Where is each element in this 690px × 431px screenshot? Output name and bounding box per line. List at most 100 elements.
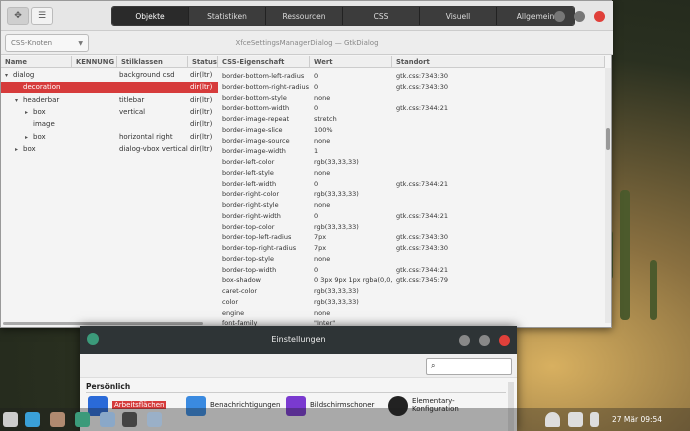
node-state: dir(ltr)	[190, 83, 213, 92]
property-name: border-top-color	[222, 222, 275, 231]
property-name: border-left-width	[222, 179, 277, 188]
close-button[interactable]	[499, 335, 510, 346]
settings-app-icon[interactable]	[75, 412, 90, 427]
property-row[interactable]: border-bottom-left-radius 0 gtk.css:7343:3…	[218, 71, 608, 82]
expander-open-icon[interactable]: ▾	[5, 70, 13, 81]
property-row[interactable]: box-shadow 0 3px 9px 1px rgba(0,0,0,... gt…	[218, 275, 608, 286]
maximize-button[interactable]	[574, 11, 585, 22]
node-row[interactable]: ▸ box vertical dir(ltr)	[1, 107, 218, 118]
node-row[interactable]: ▸ box horizontal right dir(ltr)	[1, 132, 218, 143]
bell-icon[interactable]	[545, 412, 560, 427]
settings-toolbar: ⌕	[80, 354, 517, 378]
property-row[interactable]: border-top-right-radius 7px gtk.css:7343:3…	[218, 243, 608, 254]
node-classes: background csd	[119, 71, 175, 79]
inspector-subbar: CSS-Knoten ▼ XfceSettingsManagerDialog —…	[1, 31, 613, 55]
col-name[interactable]: Name	[1, 56, 72, 68]
minimize-button[interactable]	[459, 335, 470, 346]
node-classes: vertical	[119, 107, 146, 116]
property-name: border-image-source	[222, 136, 290, 145]
tab-objekte[interactable]: Objekte	[112, 7, 189, 25]
property-row[interactable]: engine none	[218, 308, 608, 319]
col-value[interactable]: Wert	[310, 56, 392, 68]
property-row[interactable]: border-top-left-radius 7px gtk.css:7343:30	[218, 232, 608, 243]
scroll-thumb[interactable]	[3, 322, 203, 325]
volume-icon[interactable]	[568, 412, 583, 427]
property-row[interactable]: border-left-color rgb(33,33,33)	[218, 157, 608, 168]
node-row[interactable]: image dir(ltr)	[1, 119, 218, 130]
battery-icon[interactable]	[590, 412, 599, 427]
expander-closed-icon[interactable]: ▸	[15, 144, 23, 155]
col-state[interactable]: Status	[188, 56, 218, 68]
tab-statistiken[interactable]: Statistiken	[189, 7, 266, 25]
clock[interactable]: 27 Mär 09:54	[612, 415, 662, 424]
node-label: box	[23, 144, 36, 153]
scroll-thumb[interactable]	[606, 128, 610, 150]
col-location[interactable]: Standort	[392, 56, 605, 68]
node-name: ▾ headerbar	[1, 95, 71, 106]
property-value: 0	[314, 265, 319, 274]
property-row[interactable]: caret-color rgb(33,33,33)	[218, 286, 608, 297]
property-value: 0	[314, 211, 319, 220]
property-name: border-top-left-radius	[222, 233, 292, 242]
property-row[interactable]: border-bottom-right-radius 0 gtk.css:7343:…	[218, 82, 608, 93]
node-row[interactable]: decoration dir(ltr)	[1, 82, 218, 94]
close-button[interactable]	[594, 11, 605, 22]
node-row[interactable]: ▸ box dialog-vbox vertical dir(ltr)	[1, 144, 218, 155]
property-row[interactable]: color rgb(33,33,33)	[218, 297, 608, 308]
node-row[interactable]: ▾ headerbar titlebar dir(ltr)	[1, 95, 218, 106]
node-row[interactable]: ▾ dialog background csd dir(ltr)	[1, 70, 218, 81]
property-row[interactable]: border-top-width 0 gtk.css:7344:21	[218, 265, 608, 276]
menu-icon[interactable]	[3, 412, 18, 427]
property-value: 0 3px 9px 1px rgba(0,0,0,...	[314, 276, 392, 285]
property-value: none	[314, 136, 331, 145]
node-state: dir(ltr)	[190, 95, 213, 104]
col-classes[interactable]: Stilklassen	[117, 56, 188, 68]
expander-closed-icon[interactable]: ▸	[25, 107, 33, 118]
minimize-button[interactable]	[554, 11, 565, 22]
tab-ressourcen[interactable]: Ressourcen	[266, 7, 343, 25]
property-row[interactable]: border-right-style none	[218, 200, 608, 211]
property-value: 0	[314, 179, 319, 188]
mail-icon[interactable]	[50, 412, 65, 427]
col-property[interactable]: CSS-Eigenschaft	[218, 56, 310, 68]
property-row[interactable]: border-top-color rgb(33,33,33)	[218, 222, 608, 233]
property-location: gtk.css:7343:30	[396, 82, 449, 91]
property-value: rgb(33,33,33)	[314, 158, 359, 166]
property-name: border-image-width	[222, 147, 286, 156]
property-row[interactable]: border-left-style none	[218, 168, 608, 179]
node-label: image	[33, 120, 55, 129]
property-row[interactable]: border-image-slice 100%	[218, 125, 608, 136]
inspector-subtitle: XfceSettingsManagerDialog — GtkDialog	[235, 39, 379, 47]
details-button[interactable]: ☰	[31, 7, 53, 25]
property-location: gtk.css:7344:21	[396, 211, 449, 220]
tab-css[interactable]: CSS	[343, 7, 420, 25]
object-picker-button[interactable]: ✥	[7, 7, 29, 25]
property-row[interactable]: border-right-color rgb(33,33,33)	[218, 189, 608, 200]
property-row[interactable]: border-bottom-width 0 gtk.css:7344:21	[218, 103, 608, 114]
property-row[interactable]: border-image-source none	[218, 136, 608, 147]
property-row[interactable]: border-right-width 0 gtk.css:7344:21	[218, 211, 608, 222]
property-row[interactable]: border-image-repeat stretch	[218, 114, 608, 125]
cactus-decor	[650, 260, 657, 320]
expander-open-icon[interactable]: ▾	[15, 95, 23, 106]
property-row[interactable]: border-image-width 1	[218, 146, 608, 157]
cactus-decor	[620, 190, 630, 320]
files-icon[interactable]	[100, 412, 115, 427]
property-row[interactable]: border-top-style none	[218, 254, 608, 265]
search-input[interactable]: ⌕	[426, 358, 512, 375]
property-value: none	[314, 93, 331, 102]
property-value: 1	[314, 147, 319, 156]
vertical-scrollbar[interactable]	[605, 68, 611, 323]
maximize-button[interactable]	[479, 335, 490, 346]
folder-icon[interactable]	[147, 412, 162, 427]
browser-icon[interactable]	[25, 412, 40, 427]
property-value: rgb(33,33,33)	[314, 190, 359, 199]
property-row[interactable]: border-bottom-style none	[218, 93, 608, 104]
property-row[interactable]: border-left-width 0 gtk.css:7344:21	[218, 179, 608, 190]
divider	[86, 392, 506, 393]
col-id[interactable]: KENNUNG	[72, 56, 117, 68]
expander-closed-icon[interactable]: ▸	[25, 132, 33, 143]
tab-visuell[interactable]: Visuell	[420, 7, 497, 25]
terminal-icon[interactable]	[122, 412, 137, 427]
inspector-headerbar: ✥ ☰ Objekte Statistiken Ressourcen CSS Visue…	[1, 1, 613, 31]
